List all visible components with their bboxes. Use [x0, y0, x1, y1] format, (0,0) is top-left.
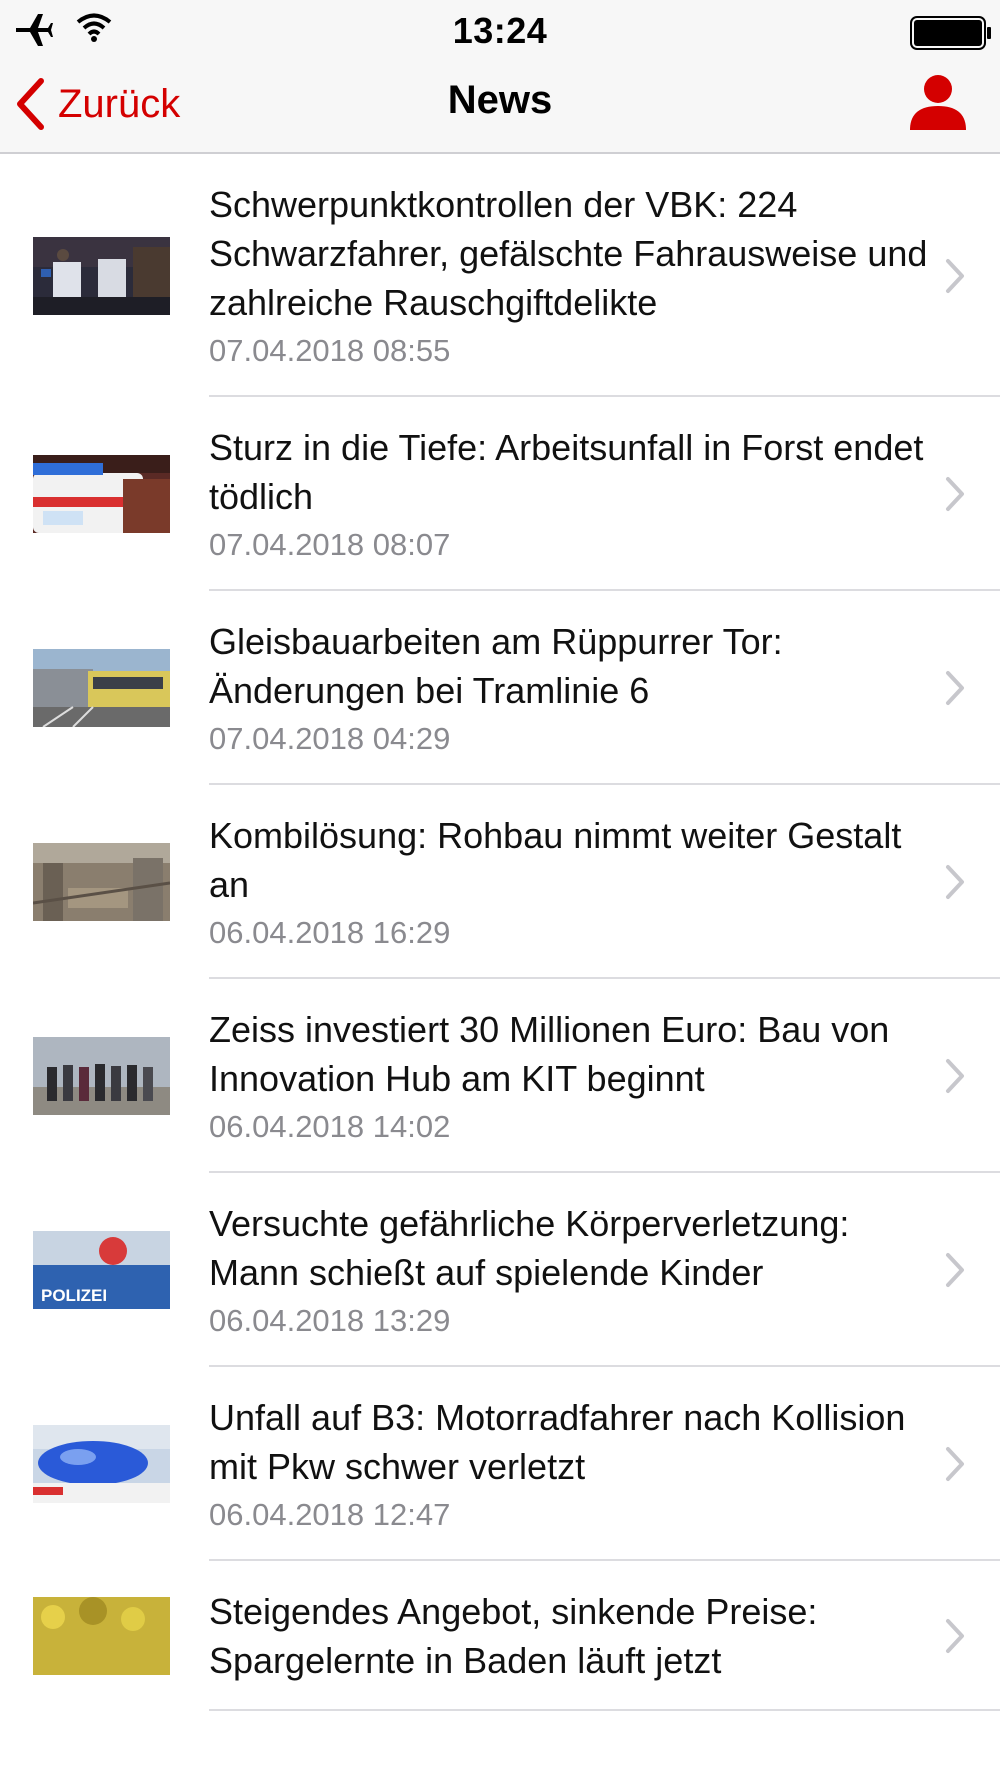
news-timestamp: 06.04.2018 16:29 [209, 915, 451, 950]
news-thumbnail [33, 843, 170, 921]
battery-icon [910, 16, 992, 55]
chevron-right-icon [946, 1253, 964, 1287]
news-timestamp: 07.04.2018 08:55 [209, 333, 451, 368]
news-timestamp: 07.04.2018 04:29 [209, 721, 451, 756]
thumb-text: POLIZEI [41, 1286, 107, 1305]
news-timestamp: 06.04.2018 12:47 [209, 1497, 451, 1532]
news-headline: Versuchte gefährliche Körperverletzung: … [209, 1203, 850, 1293]
chevron-right-icon [946, 1447, 964, 1481]
chevron-right-icon [946, 671, 964, 705]
news-list: Schwerpunktkontrollen der VBK: 224 Schwa… [0, 154, 1000, 1778]
news-thumbnail [33, 1425, 170, 1503]
chevron-right-icon [946, 477, 964, 511]
news-text-block: Versuchte gefährliche Körperverletzung: … [209, 1199, 929, 1341]
news-list-item[interactable]: Sturz in die Tiefe: Arbeitsunfall in For… [0, 397, 1000, 591]
news-list-item[interactable]: POLIZEI Versuchte gefährliche Körperverle… [0, 1173, 1000, 1367]
navigation-bar: Zurück News [0, 64, 1000, 154]
page-title: News [447, 78, 553, 122]
news-text-block: Sturz in die Tiefe: Arbeitsunfall in For… [209, 423, 929, 565]
chevron-right-icon [946, 865, 964, 899]
news-headline: Gleisbauarbeiten am Rüppurrer Tor: Änder… [209, 621, 783, 711]
news-timestamp: 06.04.2018 13:29 [209, 1303, 451, 1338]
news-headline: Sturz in die Tiefe: Arbeitsunfall in For… [209, 427, 924, 517]
news-list-item[interactable]: Gleisbauarbeiten am Rüppurrer Tor: Änder… [0, 591, 1000, 785]
news-list-item[interactable]: Steigendes Angebot, sinkende Preise: Spa… [0, 1561, 1000, 1711]
chevron-right-icon [946, 1619, 964, 1653]
news-headline: Steigendes Angebot, sinkende Preise: Spa… [209, 1591, 818, 1681]
news-thumbnail [33, 1037, 170, 1115]
news-thumbnail [33, 237, 170, 315]
status-bar: 13:24 [0, 0, 1000, 64]
news-text-block: Zeiss investiert 30 Millionen Euro: Bau … [209, 1005, 929, 1147]
news-timestamp: 06.04.2018 14:02 [209, 1109, 451, 1144]
news-list-item[interactable]: Unfall auf B3: Motorradfahrer nach Kolli… [0, 1367, 1000, 1561]
news-text-block: Schwerpunktkontrollen der VBK: 224 Schwa… [209, 180, 929, 371]
user-profile-icon [910, 75, 966, 130]
news-headline: Kombilösung: Rohbau nimmt weiter Gestalt… [209, 815, 902, 905]
news-thumbnail: POLIZEI [33, 1231, 170, 1309]
news-list-item[interactable]: Schwerpunktkontrollen der VBK: 224 Schwa… [0, 154, 1000, 397]
news-thumbnail [33, 455, 170, 533]
news-text-block: Gleisbauarbeiten am Rüppurrer Tor: Änder… [209, 617, 929, 759]
news-thumbnail [33, 1597, 170, 1675]
chevron-right-icon [946, 259, 964, 293]
news-list-item[interactable]: Kombilösung: Rohbau nimmt weiter Gestalt… [0, 785, 1000, 979]
status-time: 13:24 [452, 10, 548, 51]
news-headline: Schwerpunktkontrollen der VBK: 224 Schwa… [209, 184, 928, 323]
news-list-item[interactable]: Zeiss investiert 30 Millionen Euro: Bau … [0, 979, 1000, 1173]
news-text-block: Kombilösung: Rohbau nimmt weiter Gestalt… [209, 811, 929, 953]
news-text-block: Unfall auf B3: Motorradfahrer nach Kolli… [209, 1393, 929, 1535]
news-headline: Unfall auf B3: Motorradfahrer nach Kolli… [209, 1397, 906, 1487]
news-headline: Zeiss investiert 30 Millionen Euro: Bau … [209, 1009, 890, 1099]
news-timestamp: 07.04.2018 08:07 [209, 527, 451, 562]
news-thumbnail [33, 649, 170, 727]
profile-button[interactable] [908, 72, 968, 136]
news-text-block: Steigendes Angebot, sinkende Preise: Spa… [209, 1587, 929, 1685]
row-separator [209, 1709, 1000, 1711]
chevron-right-icon [946, 1059, 964, 1093]
